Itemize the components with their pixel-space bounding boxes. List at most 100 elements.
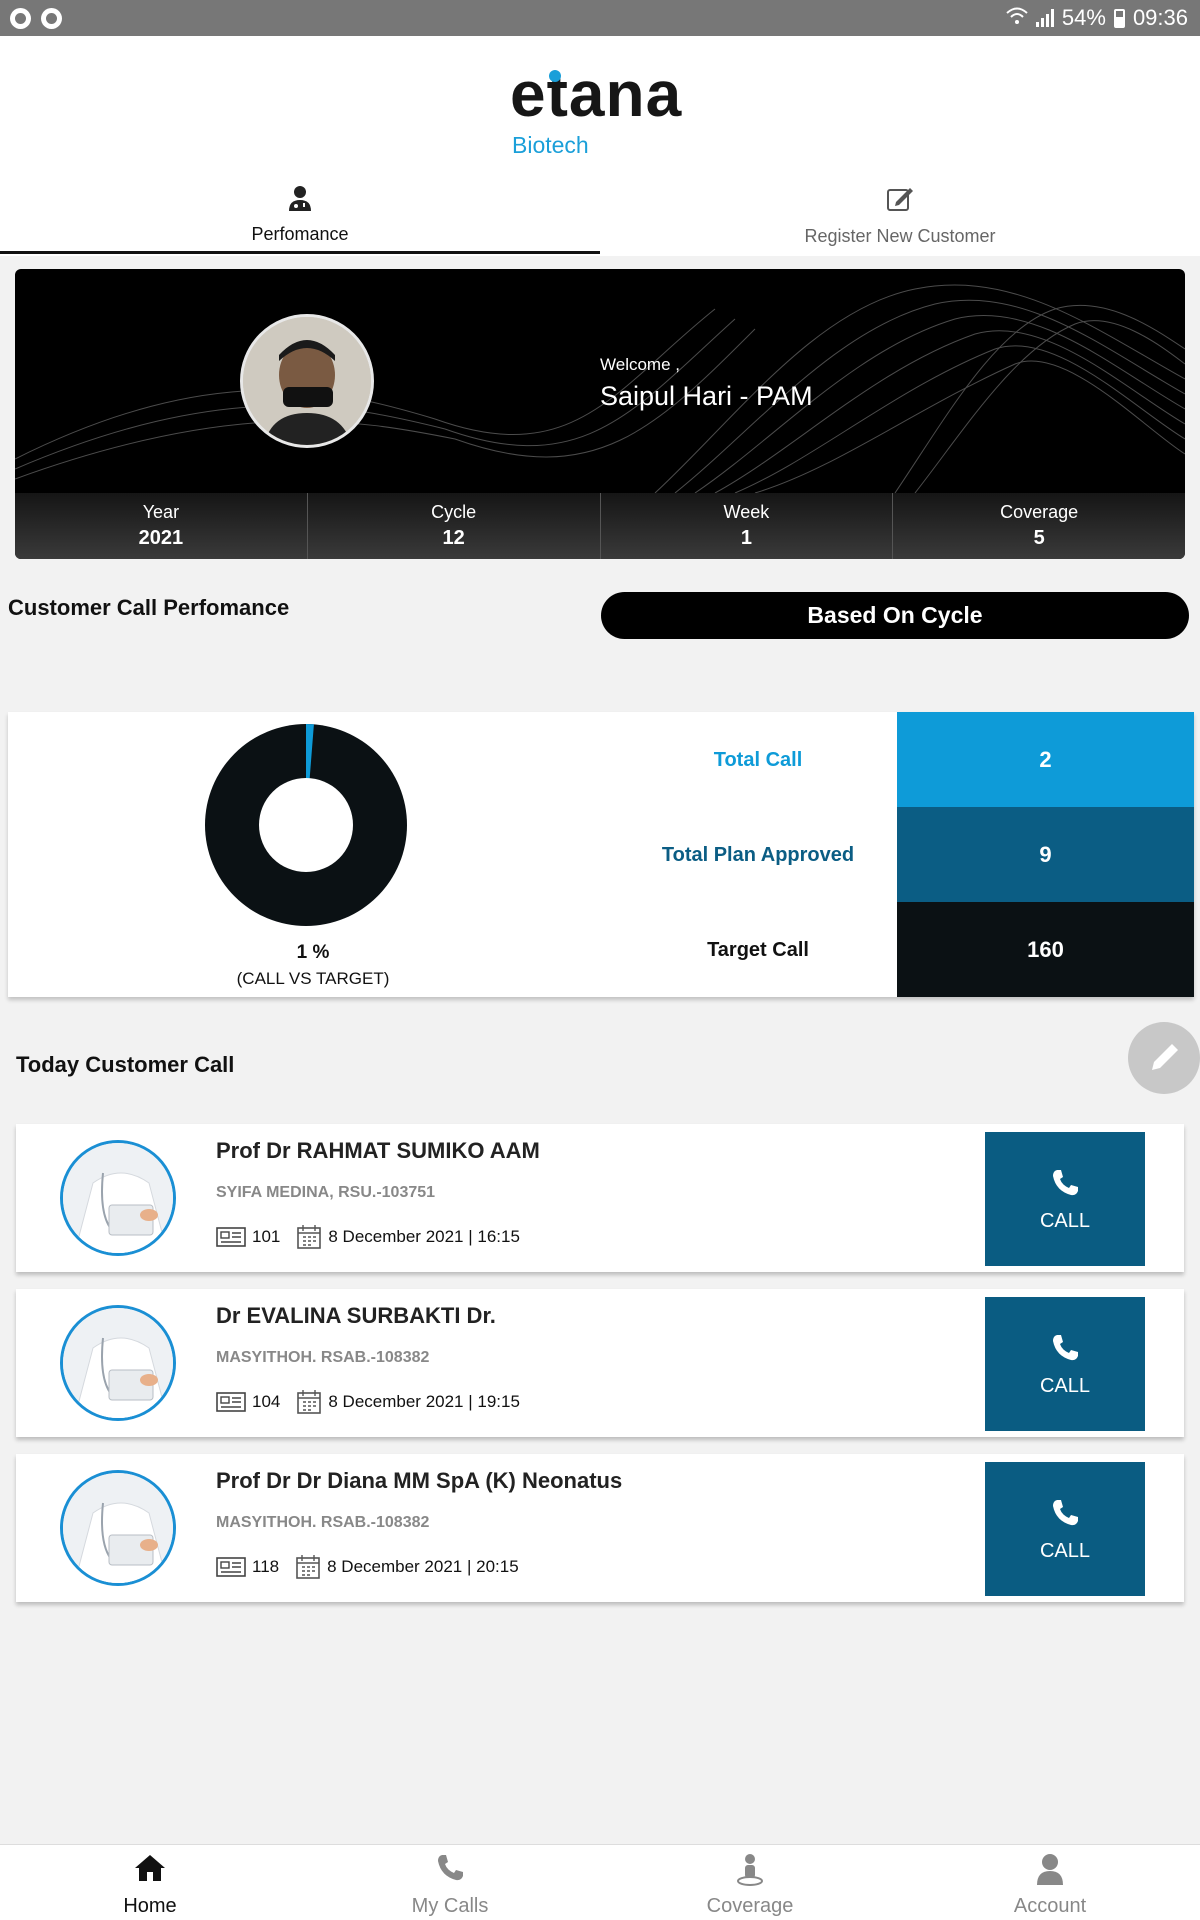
performance-title: Customer Call Perfomance: [8, 595, 290, 620]
calendar-icon: [296, 1555, 320, 1579]
customer-call-card[interactable]: Prof Dr RAHMAT SUMIKO AAM SYIFA MEDINA, …: [16, 1124, 1184, 1272]
customer-meta: 118 8 December 2021 | 20:15: [216, 1554, 519, 1580]
nav-coverage-label: Coverage: [706, 1895, 794, 1917]
stats-bar: Year 2021 Cycle 12 Week 1 Coverage 5: [15, 493, 1185, 559]
phone-icon: [1053, 1500, 1078, 1526]
tab-bar: Perfomance Register New Customer: [0, 166, 1200, 256]
bottom-navigation: Home My Calls Coverage Account: [0, 1844, 1200, 1920]
stat-value: 1: [740, 527, 752, 549]
account-icon: [1037, 1854, 1063, 1885]
tab-register-customer[interactable]: Register New Customer: [600, 166, 1200, 256]
call-button-label: CALL: [1039, 1210, 1091, 1232]
target-call-value: 160: [897, 902, 1194, 997]
battery-percent: 54%: [1061, 5, 1106, 30]
stat-label: Cycle: [431, 502, 477, 522]
customer-meta: 104 8 December 2021 | 19:15: [216, 1389, 520, 1415]
phone-icon: [1053, 1335, 1078, 1361]
customer-organization: SYIFA MEDINA, RSU.-103751: [216, 1184, 436, 1201]
wifi-icon: [1006, 5, 1028, 31]
tab-performance[interactable]: Perfomance: [0, 166, 600, 254]
customer-call-card[interactable]: Prof Dr Dr Diana MM SpA (K) Neonatus MAS…: [16, 1454, 1184, 1602]
stat-label: Year: [142, 502, 180, 522]
target-call-label: Target Call: [707, 939, 809, 961]
customer-call-card[interactable]: Dr EVALINA SURBAKTI Dr. MASYITHOH. RSAB.…: [16, 1289, 1184, 1437]
customer-organization: MASYITHOH. RSAB.-108382: [216, 1514, 430, 1531]
notification-icon: [41, 8, 62, 29]
phone-icon: [438, 1855, 463, 1881]
customer-meta: 101 8 December 2021 | 16:15: [216, 1224, 520, 1250]
total-plan-approved-value: 9: [897, 807, 1194, 902]
customer-name: Prof Dr RAHMAT SUMIKO AAM: [216, 1138, 540, 1163]
brand-logo: etana: [510, 58, 683, 130]
welcome-text: Welcome ,: [600, 355, 680, 374]
sync-icon: [10, 8, 31, 29]
performance-card: 1 % (CALL VS TARGET) Total Call 2 Total …: [8, 712, 1194, 997]
call-button-label: CALL: [1039, 1540, 1091, 1562]
user-avatar[interactable]: [240, 314, 374, 448]
app-header: etana Biotech: [0, 36, 1200, 166]
customer-name: Dr EVALINA SURBAKTI Dr.: [216, 1303, 496, 1328]
stat-value: 2021: [138, 527, 184, 549]
call-datetime: 8 December 2021 | 20:15: [327, 1557, 519, 1576]
total-plan-approved-label: Total Plan Approved: [661, 844, 855, 866]
signal-icon: [1035, 9, 1054, 27]
home-icon: [135, 1855, 165, 1881]
pencil-icon: [1152, 1044, 1178, 1070]
call-datetime: 8 December 2021 | 19:15: [328, 1392, 520, 1411]
stat-coverage: Coverage 5: [893, 493, 1185, 559]
user-name: Saipul Hari - PAM: [600, 381, 813, 411]
today-call-title: Today Customer Call: [16, 1052, 235, 1077]
doctor-avatar: [60, 1305, 176, 1421]
cycle-filter-button[interactable]: Based On Cycle: [601, 592, 1189, 639]
customer-name: Prof Dr Dr Diana MM SpA (K) Neonatus: [216, 1468, 623, 1493]
percent-caption: (CALL VS TARGET): [236, 969, 390, 988]
call-datetime: 8 December 2021 | 16:15: [328, 1227, 520, 1246]
status-bar: 54% 09:36: [0, 0, 1200, 36]
battery-icon: [1113, 8, 1125, 28]
edit-fab-button[interactable]: [1128, 1022, 1200, 1094]
profile-banner: Welcome , Saipul Hari - PAM Year 2021 Cy…: [15, 269, 1185, 559]
nav-my-calls[interactable]: My Calls: [300, 1845, 600, 1920]
nav-coverage[interactable]: Coverage: [600, 1845, 900, 1920]
call-button[interactable]: CALL: [985, 1297, 1145, 1431]
customer-id: 104: [252, 1392, 281, 1411]
stat-value: 12: [442, 527, 465, 549]
stat-year: Year 2021: [15, 493, 308, 559]
tab-register-label: Register New Customer: [804, 226, 996, 246]
stat-value: 5: [1033, 527, 1045, 549]
call-button[interactable]: CALL: [985, 1132, 1145, 1266]
customer-id: 101: [252, 1227, 281, 1246]
percent-value: 1 %: [296, 942, 330, 963]
call-button[interactable]: CALL: [985, 1462, 1145, 1596]
brand-subtitle: Biotech: [512, 132, 589, 158]
call-vs-target-donut: [205, 724, 407, 926]
nav-account[interactable]: Account: [900, 1845, 1200, 1920]
stat-cycle: Cycle 12: [308, 493, 601, 559]
tab-performance-label: Perfomance: [251, 224, 349, 244]
customer-organization: MASYITHOH. RSAB.-108382: [216, 1349, 430, 1366]
edit-icon: [887, 188, 913, 211]
doctor-avatar: [60, 1470, 176, 1586]
stat-week: Week 1: [601, 493, 894, 559]
customer-id: 118: [252, 1557, 280, 1576]
total-call-value: 2: [897, 712, 1194, 807]
calendar-icon: [297, 1390, 322, 1414]
logo-dot: [549, 70, 561, 82]
doctor-icon: [289, 186, 311, 211]
nav-home-label: Home: [123, 1895, 177, 1917]
total-call-label: Total Call: [713, 749, 803, 771]
stat-label: Coverage: [1000, 502, 1079, 522]
nav-home[interactable]: Home: [0, 1845, 300, 1920]
id-card-icon: [216, 1557, 246, 1577]
call-button-label: CALL: [1039, 1375, 1091, 1397]
coverage-icon: [737, 1854, 763, 1886]
id-card-icon: [216, 1227, 246, 1247]
stat-label: Week: [723, 502, 770, 522]
nav-account-label: Account: [1013, 1895, 1087, 1917]
phone-icon: [1053, 1170, 1078, 1196]
nav-my-calls-label: My Calls: [411, 1895, 489, 1917]
doctor-avatar: [60, 1140, 176, 1256]
id-card-icon: [216, 1392, 246, 1412]
calendar-icon: [297, 1225, 322, 1249]
clock: 09:36: [1132, 5, 1188, 30]
